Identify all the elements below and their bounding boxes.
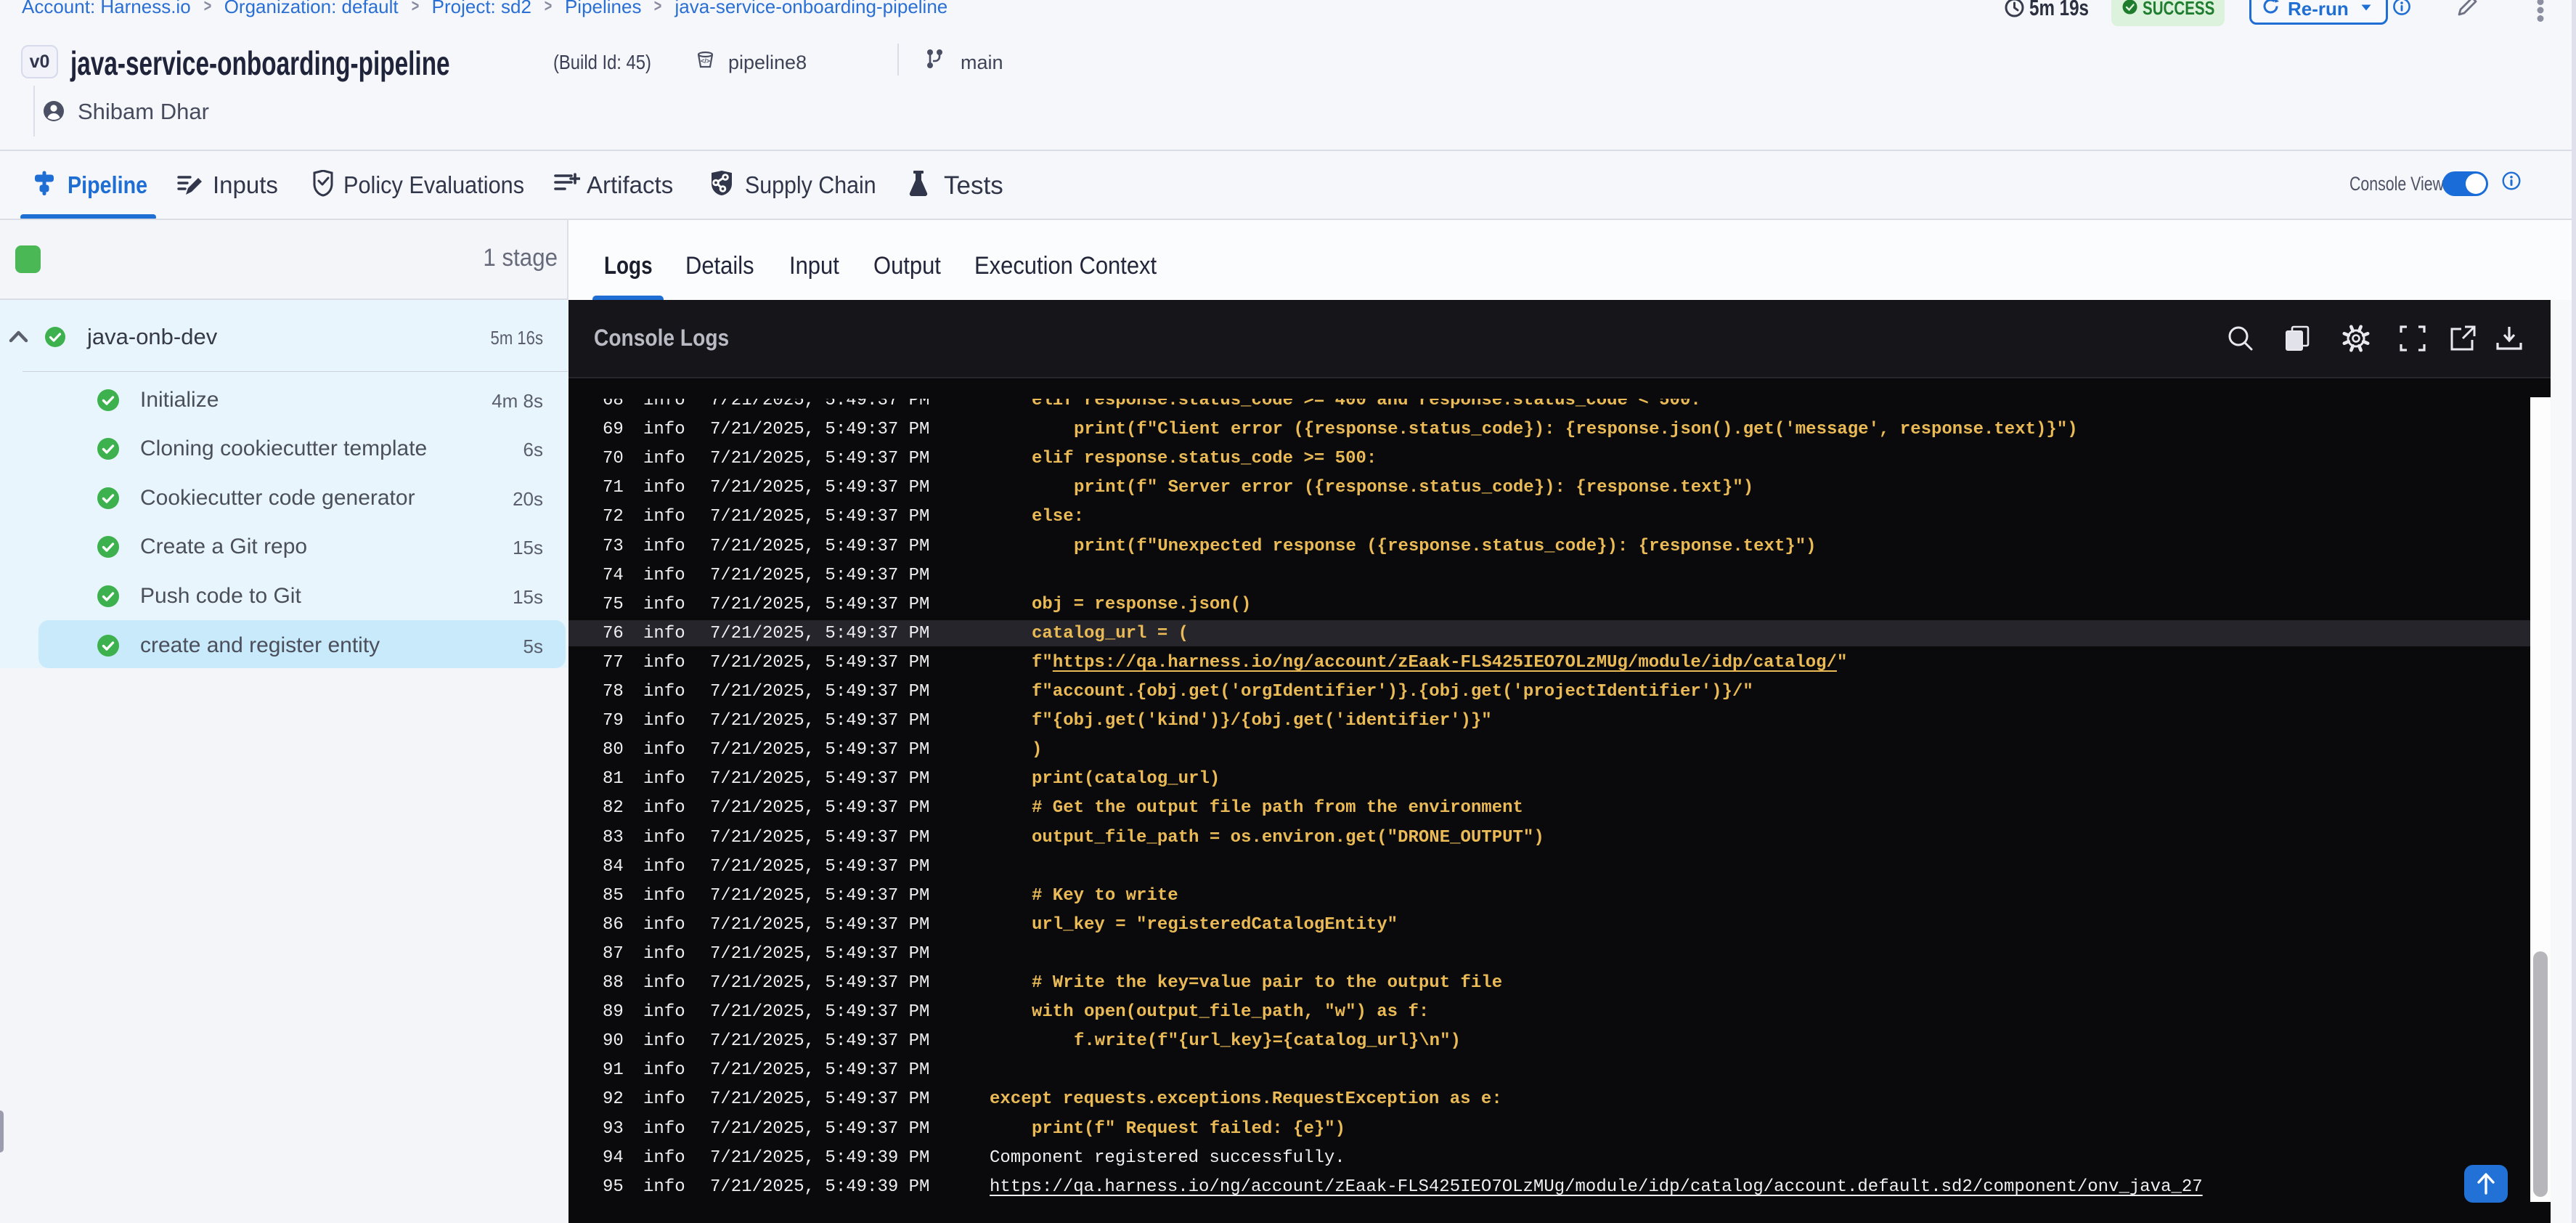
svg-text:</>: </>	[701, 57, 710, 65]
